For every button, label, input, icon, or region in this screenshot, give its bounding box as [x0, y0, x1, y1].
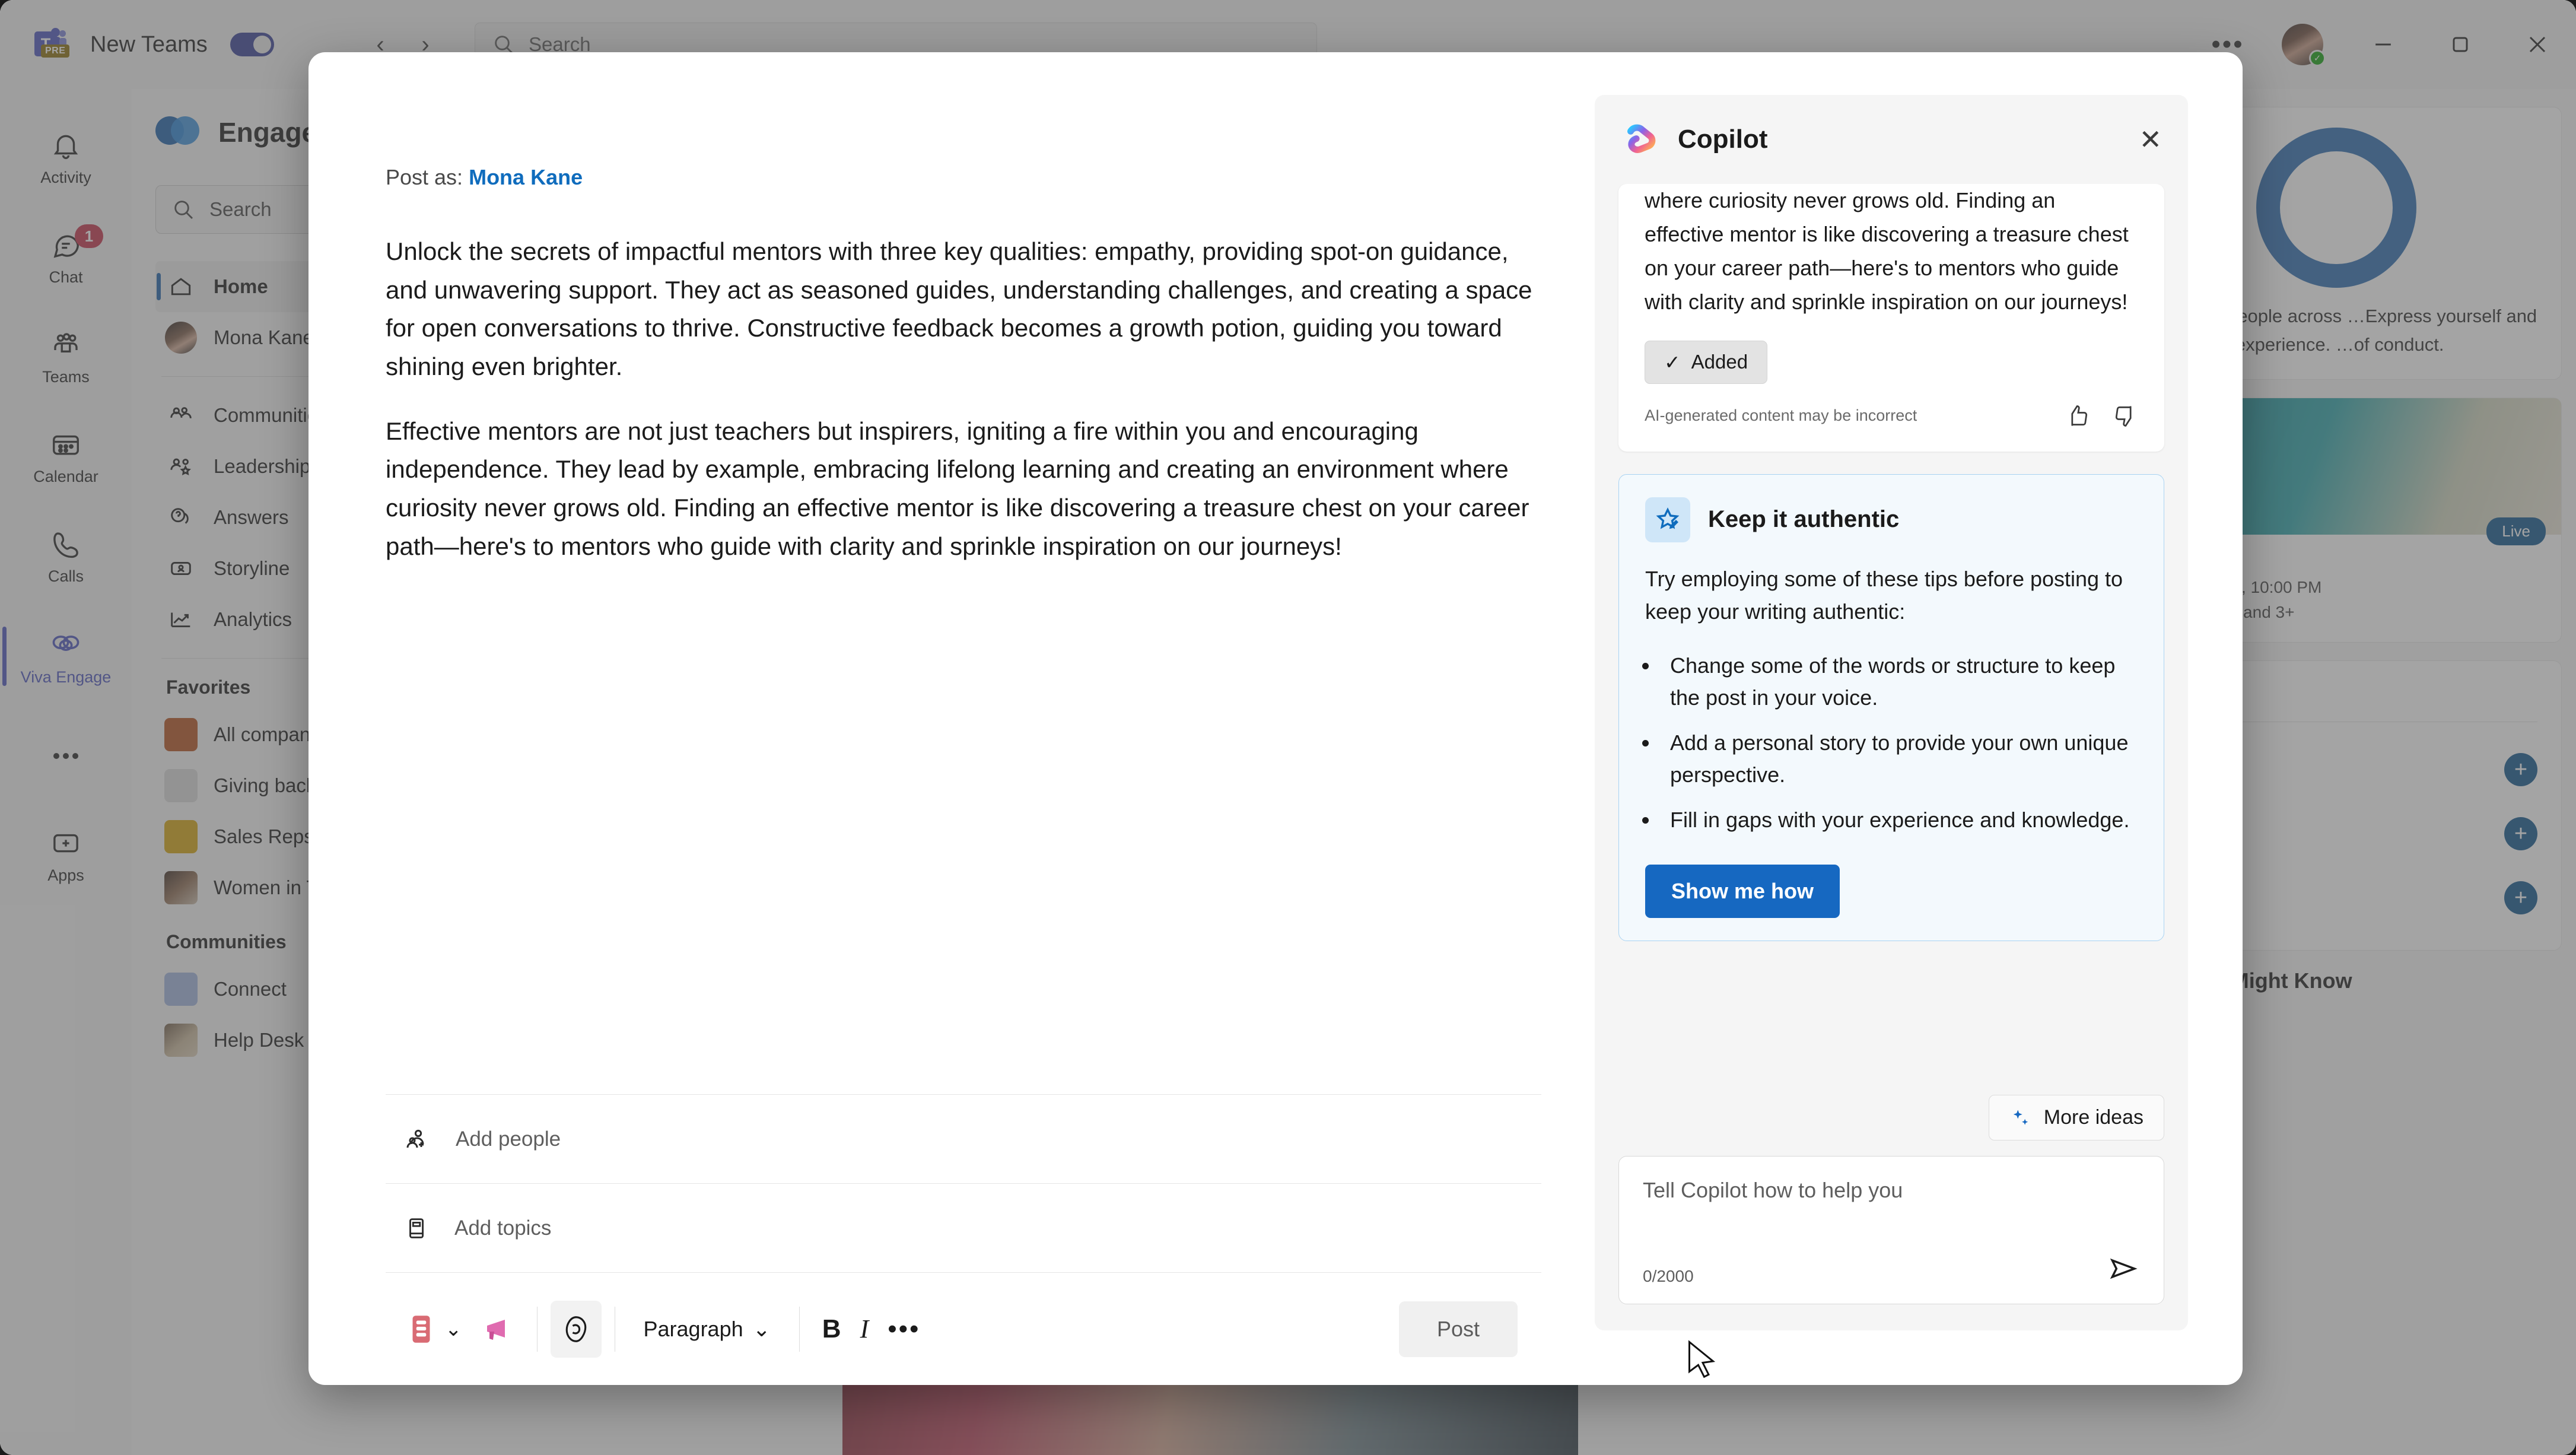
copilot-panel: Copilot ✕ where curiosity never grows ol… — [1595, 95, 2188, 1330]
add-topics-row[interactable]: Add topics — [386, 1183, 1541, 1272]
chevron-down-icon: ⌄ — [445, 1317, 462, 1340]
post-body[interactable]: Unlock the secrets of impactful mentors … — [386, 233, 1541, 592]
divider — [536, 1306, 538, 1352]
paragraph-style-dropdown[interactable]: Paragraph ⌄ — [628, 1317, 786, 1342]
added-button[interactable]: ✓ Added — [1645, 340, 1768, 384]
add-people-icon — [406, 1129, 424, 1148]
post-button[interactable]: Post — [1398, 1301, 1518, 1357]
post-composer: Post as: Mona Kane Unlock the secrets of… — [309, 52, 1595, 1385]
post-paragraph: Unlock the secrets of impactful mentors … — [386, 237, 1532, 381]
send-icon[interactable] — [2107, 1252, 2140, 1288]
post-type-icon — [412, 1315, 430, 1343]
paragraph-style-label: Paragraph — [643, 1316, 743, 1341]
tip-bullet: Add a personal story to provide your own… — [1659, 727, 2138, 791]
add-topics-label: Add topics — [454, 1216, 552, 1240]
keep-authentic-icon — [1645, 497, 1690, 542]
copilot-tip-card: Keep it authentic Try employing some of … — [1618, 474, 2164, 942]
add-people-row[interactable]: Add people — [386, 1094, 1541, 1183]
thumbs-down-icon[interactable] — [2112, 403, 2138, 429]
tip-header: Keep it authentic — [1645, 497, 2138, 542]
added-label: Added — [1691, 351, 1748, 373]
announcement-button[interactable] — [472, 1301, 524, 1358]
teams-window: T PRE New Teams ‹ › Search ••• ✓ — [0, 0, 2576, 1455]
post-as-name[interactable]: Mona Kane — [469, 165, 583, 189]
copilot-draft-text: where curiosity never grows old. Finding… — [1645, 188, 2129, 314]
add-people-label: Add people — [456, 1127, 561, 1151]
copilot-draft-footer: AI-generated content may be incorrect — [1645, 403, 2138, 429]
copilot-content: where curiosity never grows old. Finding… — [1595, 184, 2188, 1084]
copilot-icon — [565, 1316, 586, 1342]
close-icon[interactable]: ✕ — [2139, 123, 2162, 155]
tip-bullet-list: Change some of the words or structure to… — [1659, 650, 2138, 836]
divider — [799, 1306, 800, 1352]
bold-button[interactable]: B — [813, 1301, 851, 1358]
post-type-button[interactable]: ⌄ — [396, 1301, 472, 1358]
add-topics-icon — [409, 1218, 424, 1238]
copilot-title: Copilot — [1678, 125, 1768, 154]
post-as-label: Post as: — [386, 165, 463, 189]
new-post-dialog: Post as: Mona Kane Unlock the secrets of… — [309, 52, 2243, 1385]
char-counter: 0/2000 — [1643, 1267, 1694, 1285]
more-formatting-button[interactable]: ••• — [878, 1301, 930, 1358]
thumbs-up-icon[interactable] — [2065, 403, 2091, 429]
tip-intro: Try employing some of these tips before … — [1645, 566, 2123, 624]
check-icon: ✓ — [1664, 351, 1681, 373]
more-ideas-button[interactable]: More ideas — [1988, 1095, 2164, 1141]
announcement-icon — [486, 1319, 505, 1340]
post-as: Post as: Mona Kane — [386, 165, 1541, 190]
ai-disclaimer: AI-generated content may be incorrect — [1645, 406, 1917, 424]
chevron-down-icon: ⌄ — [752, 1316, 771, 1341]
composer-toolbar: ⌄ Paragraph ⌄ B I ••• Post — [386, 1272, 1541, 1385]
show-me-how-button[interactable]: Show me how — [1645, 865, 1840, 919]
copilot-prompt-placeholder: Tell Copilot how to help you — [1643, 1178, 1903, 1202]
copilot-prompt-input[interactable]: Tell Copilot how to help you 0/2000 — [1618, 1156, 2164, 1304]
sparkle-icon — [2013, 1110, 2028, 1125]
copilot-logo-icon — [1621, 120, 1660, 159]
copilot-draft-card: where curiosity never grows old. Finding… — [1618, 184, 2164, 452]
tip-title: Keep it authentic — [1708, 506, 1900, 532]
tip-bullet: Fill in gaps with your experience and kn… — [1659, 804, 2138, 836]
copilot-header: Copilot ✕ — [1595, 95, 2188, 184]
more-ideas-label: More ideas — [2043, 1106, 2144, 1129]
mouse-cursor — [1685, 1339, 1720, 1387]
copilot-toggle-button[interactable] — [550, 1300, 602, 1358]
post-paragraph: Effective mentors are not just teachers … — [386, 417, 1529, 560]
tip-bullet: Change some of the words or structure to… — [1659, 650, 2138, 714]
italic-button[interactable]: I — [851, 1301, 879, 1358]
